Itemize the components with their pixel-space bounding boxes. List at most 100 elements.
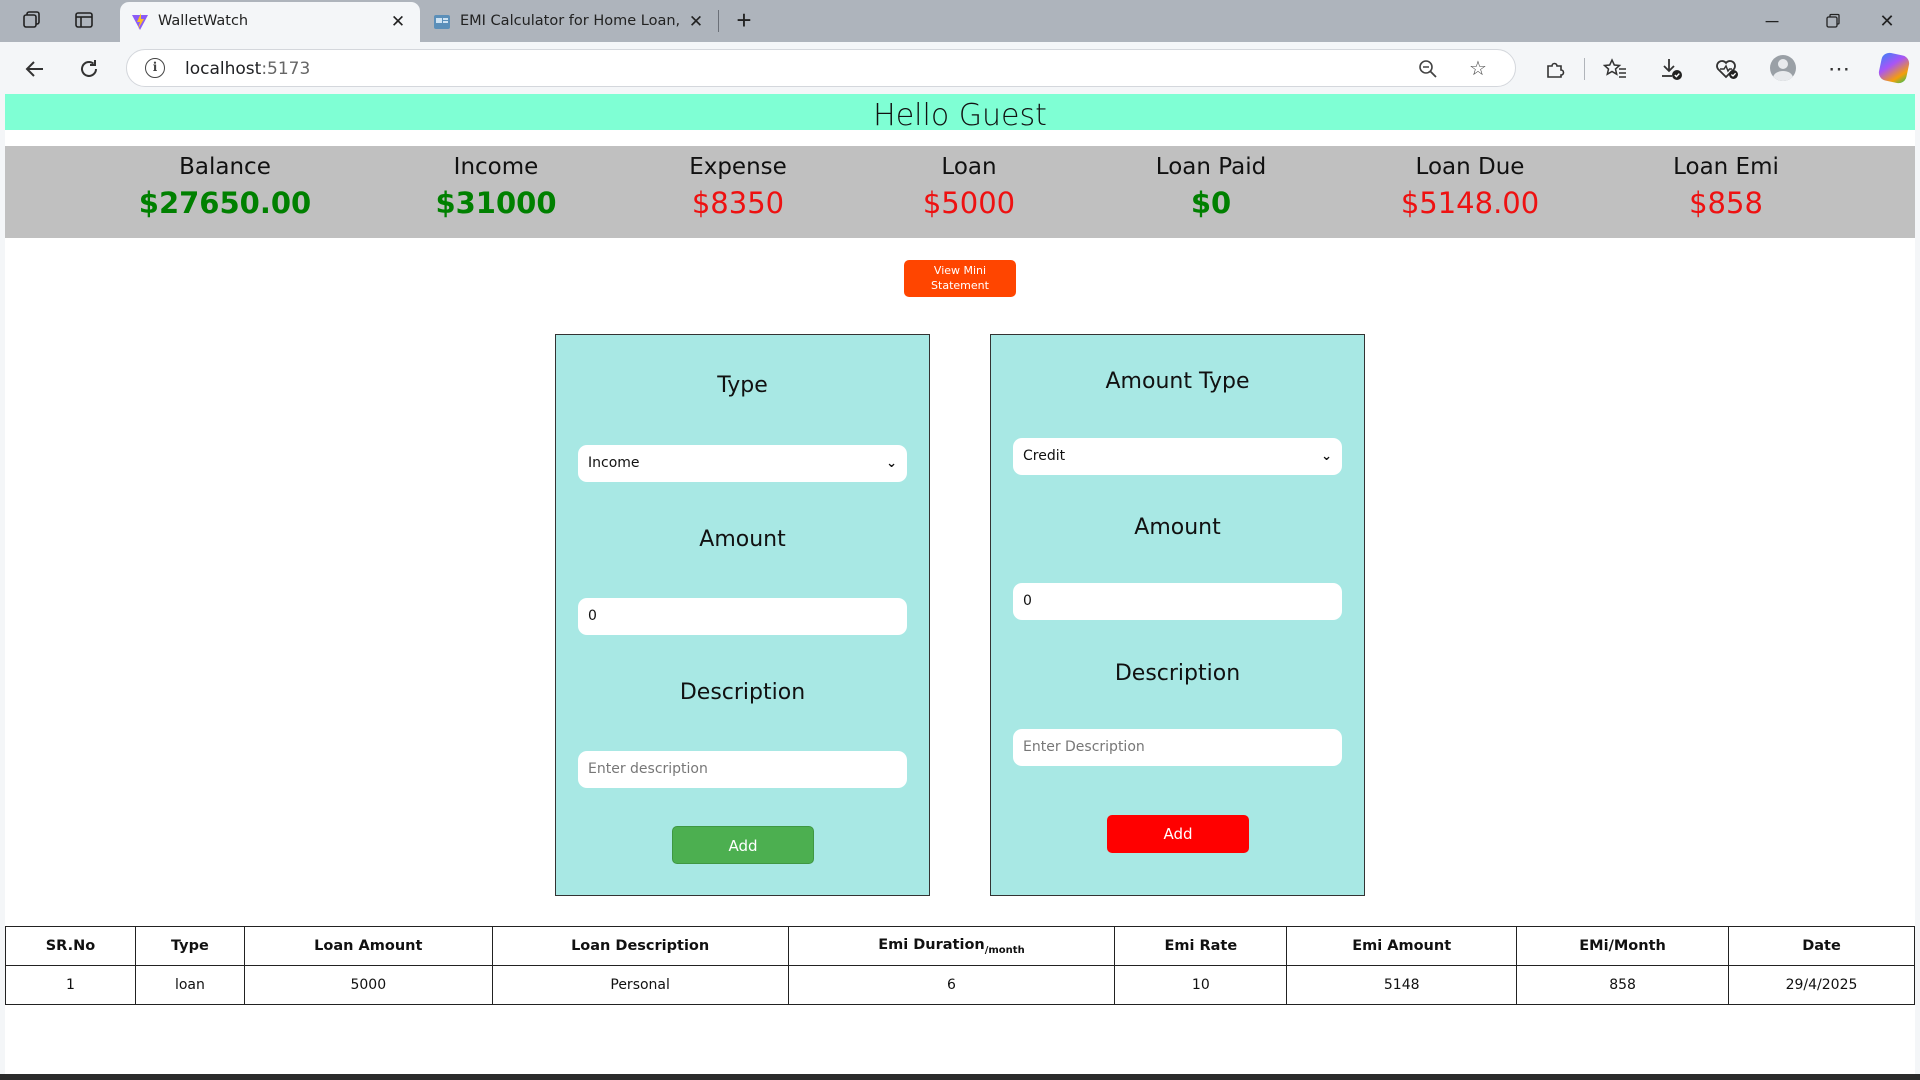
stat-label: Balance (179, 154, 271, 180)
stat-loan-emi: Loan Emi $858 (1606, 146, 1846, 220)
url-host: localhost (185, 59, 262, 79)
downloads-icon[interactable] (1656, 54, 1686, 84)
tab-separator (718, 10, 719, 32)
stat-value: $5000 (922, 186, 1016, 220)
view-mini-statement-button[interactable]: View Mini Statement (904, 260, 1016, 297)
tab-walletwatch[interactable]: WalletWatch ✕ (120, 2, 420, 42)
stat-value: $5148.00 (1400, 186, 1540, 220)
profile-avatar[interactable] (1770, 55, 1796, 81)
chevron-down-icon: ⌄ (886, 456, 897, 471)
stat-value: $27650.00 (138, 186, 312, 220)
amount-type-select-value: Credit (1023, 448, 1066, 464)
type-select-value: Income (588, 455, 640, 471)
add-loan-button[interactable]: Add (1107, 815, 1249, 853)
table-cell: loan (134, 965, 245, 1005)
column-header: Emi Rate (1114, 926, 1288, 966)
type-select[interactable]: Income ⌄ (578, 445, 907, 482)
tab-strip: WalletWatch ✕ EMI Calculator for Home Lo… (0, 0, 1920, 42)
page-viewport: Hello Guest Balance $27650.00 Income $31… (5, 94, 1915, 1074)
close-window-icon[interactable]: ✕ (1872, 8, 1902, 34)
amount-type-label: Amount Type (1105, 369, 1250, 394)
table-cell: 858 (1516, 965, 1730, 1005)
site-info-icon[interactable]: i (145, 58, 165, 78)
amount-label: Amount (699, 527, 786, 552)
browser-toolbar: i localhost:5173 ☆ ⋯ (0, 42, 1920, 94)
column-header: SR.No (5, 926, 136, 966)
amount-input[interactable]: 0 (1013, 583, 1342, 620)
stat-label: Loan (941, 154, 997, 180)
column-header-emi-duration: Emi Duration/month (787, 926, 1116, 966)
type-label: Type (717, 373, 768, 398)
stat-expense: Expense $8350 (618, 146, 858, 220)
browser-essentials-icon[interactable] (1712, 54, 1742, 84)
greeting-header: Hello Guest (5, 94, 1915, 130)
tab-title: WalletWatch (158, 13, 249, 29)
table-header-row: SR.No Type Loan Amount Loan Description … (5, 926, 1915, 966)
column-header: Loan Description (491, 926, 789, 966)
amount-type-select[interactable]: Credit ⌄ (1013, 438, 1342, 475)
description-input[interactable]: Enter Description (1013, 729, 1342, 766)
extensions-icon[interactable] (1540, 54, 1570, 84)
restore-icon[interactable] (1818, 8, 1848, 34)
copilot-icon[interactable] (1877, 51, 1911, 85)
new-tab-button[interactable]: + (730, 7, 758, 35)
add-transaction-button[interactable]: Add (672, 826, 814, 864)
window-edge-right (1915, 94, 1920, 1074)
stat-loan-due: Loan Due $5148.00 (1350, 146, 1590, 220)
amount-input[interactable]: 0 (578, 598, 907, 635)
amount-label: Amount (1134, 515, 1221, 540)
workspaces-icon[interactable] (20, 9, 44, 33)
column-header: Date (1728, 926, 1915, 966)
column-header: Loan Amount (243, 926, 493, 966)
column-header: EMi/Month (1516, 926, 1730, 966)
url-text[interactable]: localhost:5173 (185, 59, 310, 79)
description-label: Description (679, 680, 806, 705)
chevron-down-icon: ⌄ (1321, 449, 1332, 464)
table-cell: Personal (491, 965, 789, 1005)
taskbar-edge (0, 1074, 1920, 1080)
minimize-icon[interactable]: ─ (1757, 8, 1787, 34)
stat-label: Loan Emi (1673, 154, 1779, 180)
tab-emi-calculator[interactable]: EMI Calculator for Home Loan, Car Loan ✕ (422, 2, 718, 42)
column-header: Emi Amount (1286, 926, 1518, 966)
table-cell: 29/4/2025 (1728, 965, 1915, 1005)
table-cell: 10 (1114, 965, 1288, 1005)
favorite-star-icon[interactable]: ☆ (1465, 56, 1491, 82)
summary-bar: Balance $27650.00 Income $31000 Expense … (5, 146, 1915, 238)
close-tab-icon[interactable]: ✕ (686, 12, 706, 32)
vertical-tabs-icon[interactable] (72, 9, 96, 33)
loan-table: SR.No Type Loan Amount Loan Description … (5, 926, 1915, 1005)
stat-label: Income (453, 154, 539, 180)
vite-logo-icon (130, 12, 150, 32)
back-icon[interactable] (20, 54, 50, 84)
column-header-subscript: /month (984, 944, 1025, 956)
transaction-form-card: Type Income ⌄ Amount 0 Description Enter… (555, 334, 930, 896)
zoom-icon[interactable] (1415, 56, 1441, 82)
stat-label: Loan Paid (1155, 154, 1267, 180)
address-bar[interactable]: i localhost:5173 ☆ (126, 49, 1516, 87)
stat-value: $31000 (435, 186, 557, 220)
more-options-icon[interactable]: ⋯ (1824, 54, 1854, 84)
stat-balance: Balance $27650.00 (105, 146, 345, 220)
stat-value: $0 (1190, 186, 1232, 220)
favorites-icon[interactable] (1600, 54, 1630, 84)
stat-label: Loan Due (1415, 154, 1525, 180)
description-input[interactable]: Enter description (578, 751, 907, 788)
stat-loan: Loan $5000 (849, 146, 1089, 220)
url-port: :5173 (261, 59, 311, 79)
table-cell: 5000 (243, 965, 493, 1005)
toolbar-separator (1584, 58, 1585, 80)
table-cell: 1 (5, 965, 136, 1005)
page-favicon-icon (432, 12, 452, 32)
tab-title: EMI Calculator for Home Loan, Car Loan (460, 13, 682, 29)
loan-form-card: Amount Type Credit ⌄ Amount 0 Descriptio… (990, 334, 1365, 896)
close-tab-icon[interactable]: ✕ (388, 12, 408, 32)
stat-income: Income $31000 (376, 146, 616, 220)
stat-loan-paid: Loan Paid $0 (1091, 146, 1331, 220)
reload-icon[interactable] (74, 54, 104, 84)
table-cell: 5148 (1286, 965, 1518, 1005)
table-row: 1 loan 5000 Personal 6 10 5148 858 29/4/… (5, 965, 1915, 1005)
stat-value: $858 (1689, 186, 1763, 220)
description-label: Description (1114, 661, 1241, 686)
table-cell: 6 (787, 965, 1116, 1005)
